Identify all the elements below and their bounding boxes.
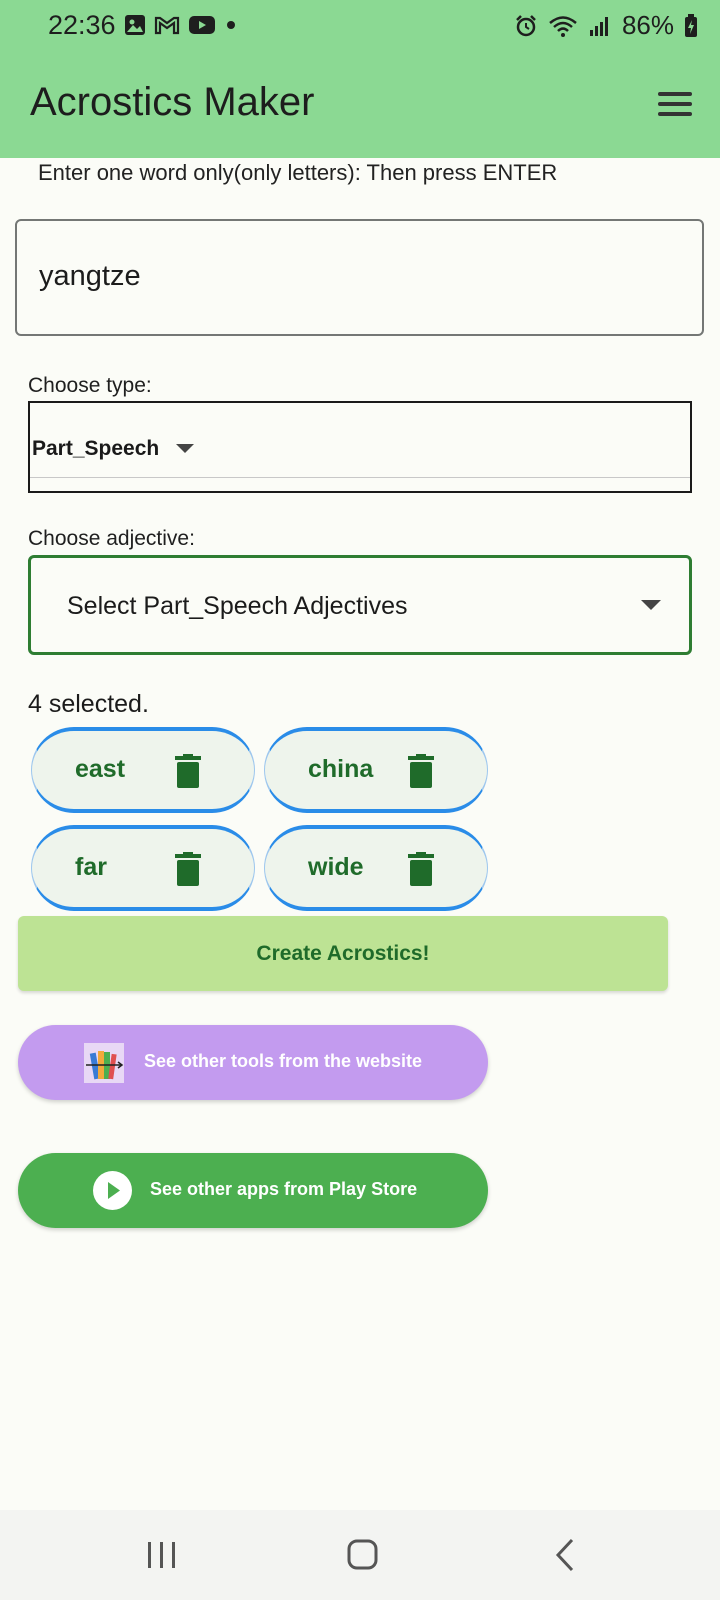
youtube-icon — [189, 16, 215, 34]
chip-label: east — [75, 755, 126, 783]
delete-icon[interactable] — [175, 852, 201, 886]
create-acrostics-button[interactable]: Create Acrostics! — [18, 916, 668, 991]
delete-icon[interactable] — [175, 754, 201, 788]
alarm-icon — [516, 14, 536, 36]
app-bar: Acrostics Maker — [0, 52, 720, 158]
home-icon[interactable] — [337, 1532, 387, 1578]
books-icon — [84, 1043, 124, 1083]
type-dropdown-underline — [30, 477, 690, 478]
image-icon — [125, 15, 145, 35]
battery-icon — [685, 13, 697, 37]
notification-icons — [124, 14, 238, 36]
wifi-icon — [549, 15, 577, 37]
other-tools-button[interactable]: See other tools from the website — [18, 1025, 488, 1100]
word-input[interactable] — [37, 259, 661, 294]
type-dropdown[interactable]: Part_Speech — [28, 401, 692, 493]
status-time: 22:36 — [48, 10, 116, 40]
signal-icon — [589, 16, 608, 36]
dropdown-arrow-icon — [176, 444, 194, 453]
adjective-dropdown[interactable]: Select Part_Speech Adjectives — [28, 555, 692, 655]
chip-far[interactable]: far — [31, 825, 255, 911]
play-circle-icon — [93, 1171, 132, 1210]
navigation-bar — [0, 1510, 720, 1600]
other-tools-label: See other tools from the website — [144, 1051, 423, 1071]
delete-icon[interactable] — [408, 754, 434, 788]
chip-wide[interactable]: wide — [264, 825, 488, 911]
battery-percent: 86% — [621, 10, 674, 40]
app-title: Acrostics Maker — [30, 80, 315, 124]
system-status-icons: 86% — [514, 10, 698, 41]
hamburger-menu-icon[interactable] — [658, 88, 696, 118]
chip-label: wide — [308, 853, 364, 881]
chip-east[interactable]: east — [31, 727, 255, 813]
choose-adjective-label: Choose adjective: — [28, 527, 195, 550]
chip-china[interactable]: china — [264, 727, 488, 813]
word-instruction: Enter one word only(only letters): Then … — [38, 160, 558, 185]
word-input-box[interactable] — [15, 219, 704, 336]
play-store-label: See other apps from Play Store — [150, 1179, 418, 1199]
adjective-dropdown-placeholder: Select Part_Speech Adjectives — [67, 592, 408, 620]
back-icon[interactable] — [540, 1532, 590, 1578]
choose-type-label: Choose type: — [28, 374, 152, 397]
chip-label: china — [308, 755, 374, 783]
dot-icon — [227, 21, 235, 29]
play-store-button[interactable]: See other apps from Play Store — [18, 1153, 488, 1228]
selected-count: 4 selected. — [28, 690, 149, 718]
type-dropdown-value: Part_Speech — [32, 437, 160, 460]
dropdown-arrow-icon — [641, 600, 661, 610]
status-bar: 22:36 86% — [0, 0, 720, 52]
delete-icon[interactable] — [408, 852, 434, 886]
recent-apps-icon[interactable] — [136, 1532, 186, 1578]
chip-label: far — [75, 853, 107, 881]
gmail-icon — [154, 16, 180, 35]
